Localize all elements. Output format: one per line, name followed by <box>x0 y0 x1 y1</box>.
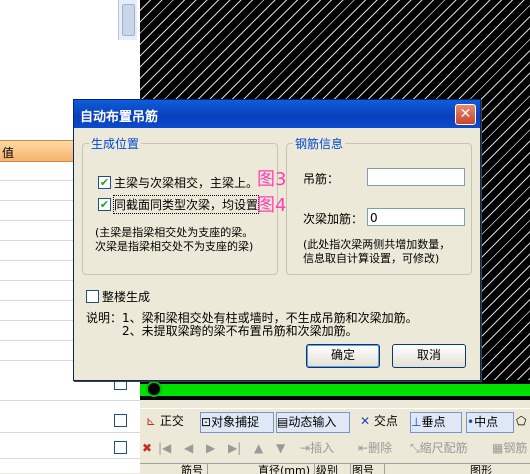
dynamic-input-label: 动态输入 <box>288 415 337 429</box>
delete-label: 删除 <box>368 441 393 455</box>
move-up-icon[interactable]: ▲ <box>254 439 263 458</box>
rebar-table-header: 筋号 直径(mm) 级别 图号 图形 <box>140 463 530 474</box>
auto-hanger-dialog: 自动布置吊筋 ✕ 生成位置 ✔ 主梁与次梁相交，主梁上。 图3 ✔ 同截面同类型… <box>73 99 481 381</box>
intersection-button[interactable]: ✕ 交点 <box>360 412 398 431</box>
rebar-table-toolbar: ✖ |◀ ◀ ▶ ▶| ▲ ▼ ⇥插入 ⇤删除 ⤡缩尺配筋 ▦钢筋 <box>140 436 530 462</box>
intersection-label: 交点 <box>373 414 398 428</box>
secondary-rebar-label: 次梁加筋： <box>303 212 364 226</box>
polygon-snap-icon[interactable]: ⬠ <box>516 412 526 431</box>
secondary-rebar-input[interactable]: 0 <box>367 208 465 226</box>
perpendicular-button[interactable]: ⊥垂点 <box>410 412 462 433</box>
whole-floor-checkbox[interactable] <box>86 290 99 303</box>
object-snap-button[interactable]: ⊡对象捕捉 <box>200 412 274 433</box>
grid-line <box>0 432 140 433</box>
hanger-input[interactable] <box>367 168 465 186</box>
rebar-button[interactable]: ▦钢筋 <box>492 439 527 458</box>
snap-icon: ⊡ <box>201 415 212 429</box>
rebar-info-group: 钢筋信息 吊筋： 次梁加筋： 0 (此处指次梁两侧共增加数量， 信息取自计算设置… <box>286 135 472 275</box>
last-record-icon[interactable]: ▶| <box>228 439 241 458</box>
hanger-label: 吊筋： <box>303 172 340 186</box>
perpendicular-icon: ⊥ <box>411 415 422 429</box>
intersection-icon: ✕ <box>360 414 371 428</box>
insert-label: 插入 <box>310 441 335 455</box>
midpoint-label: 中点 <box>474 415 499 429</box>
insert-button[interactable]: ⇥插入 <box>300 439 334 458</box>
beam-note-line2: 次梁是指梁相交处不为支座的梁) <box>95 240 254 253</box>
rebar-info-legend: 钢筋信息 <box>293 135 346 152</box>
ortho-button[interactable]: ⊾ 正交 <box>146 412 184 431</box>
main-beam-intersection-label: 主梁与次梁相交，主梁上。 <box>114 176 259 190</box>
rebar-note-line2: 信息取自计算设置，可修改) <box>303 252 440 265</box>
rebar-icon: ▦ <box>492 441 504 455</box>
ortho-label: 正交 <box>159 414 184 428</box>
annotation-figure3: 图3 <box>257 169 287 190</box>
ortho-icon: ⊾ <box>146 414 157 428</box>
scale-rebar-button[interactable]: ⤡缩尺配筋 <box>410 439 468 458</box>
move-down-icon[interactable]: ▼ <box>276 439 285 458</box>
dynamic-input-button[interactable]: ▤动态输入 <box>276 412 350 433</box>
same-section-checkbox[interactable]: ✔ <box>98 198 111 211</box>
same-section-label: 同截面同类型次梁，均设置 <box>112 195 260 214</box>
close-panel-icon[interactable]: ✖ <box>142 439 152 458</box>
midpoint-button[interactable]: •中点 <box>466 412 514 433</box>
insert-icon: ⇥ <box>300 441 311 455</box>
scale-rebar-icon: ⤡ <box>410 441 420 455</box>
cancel-button[interactable]: 取消 <box>392 344 466 368</box>
grid-line <box>0 400 140 401</box>
property-checkbox[interactable] <box>114 441 127 454</box>
perpendicular-label: 垂点 <box>421 415 446 429</box>
scrollbar-thumb[interactable] <box>122 4 135 36</box>
grid-line <box>0 458 140 459</box>
main-beam-intersection-checkbox[interactable]: ✔ <box>98 176 111 189</box>
dynamic-input-icon: ▤ <box>277 415 289 429</box>
first-record-icon[interactable]: |◀ <box>158 439 171 458</box>
description-line2: 2、未提取梁跨的梁不布置吊筋和次梁加筋。 <box>122 324 358 338</box>
object-snap-label: 对象捕捉 <box>211 415 260 429</box>
prev-record-icon[interactable]: ◀ <box>184 439 193 458</box>
dialog-titlebar[interactable]: 自动布置吊筋 ✕ <box>74 100 480 128</box>
beam-line <box>140 384 530 396</box>
snap-toolbar: ⊾ 正交 ⊡对象捕捉 ▤动态输入 ✕ 交点 ⊥垂点 •中点 ⬠ <box>140 408 530 435</box>
delete-icon: ⇤ <box>358 441 369 455</box>
dialog-title: 自动布置吊筋 <box>80 110 159 125</box>
generation-position-legend: 生成位置 <box>89 135 142 152</box>
value-column-header: 值 <box>2 146 15 160</box>
annotation-figure4: 图4 <box>257 195 287 216</box>
property-checkbox[interactable] <box>114 414 127 427</box>
ok-button[interactable]: 确定 <box>306 344 380 368</box>
rebar-label: 钢筋 <box>503 441 528 455</box>
axis-marker-icon <box>146 381 162 397</box>
selected-beam[interactable] <box>140 380 530 400</box>
scale-rebar-label: 缩尺配筋 <box>419 441 468 455</box>
whole-floor-label: 整楼生成 <box>102 290 151 304</box>
generation-position-group: 生成位置 ✔ 主梁与次梁相交，主梁上。 图3 ✔ 同截面同类型次梁，均设置 图4… <box>82 135 286 275</box>
delete-button[interactable]: ⇤删除 <box>358 439 392 458</box>
next-record-icon[interactable]: ▶ <box>206 439 215 458</box>
vertical-scrollbar[interactable] <box>118 0 137 40</box>
close-icon[interactable]: ✕ <box>455 104 476 125</box>
